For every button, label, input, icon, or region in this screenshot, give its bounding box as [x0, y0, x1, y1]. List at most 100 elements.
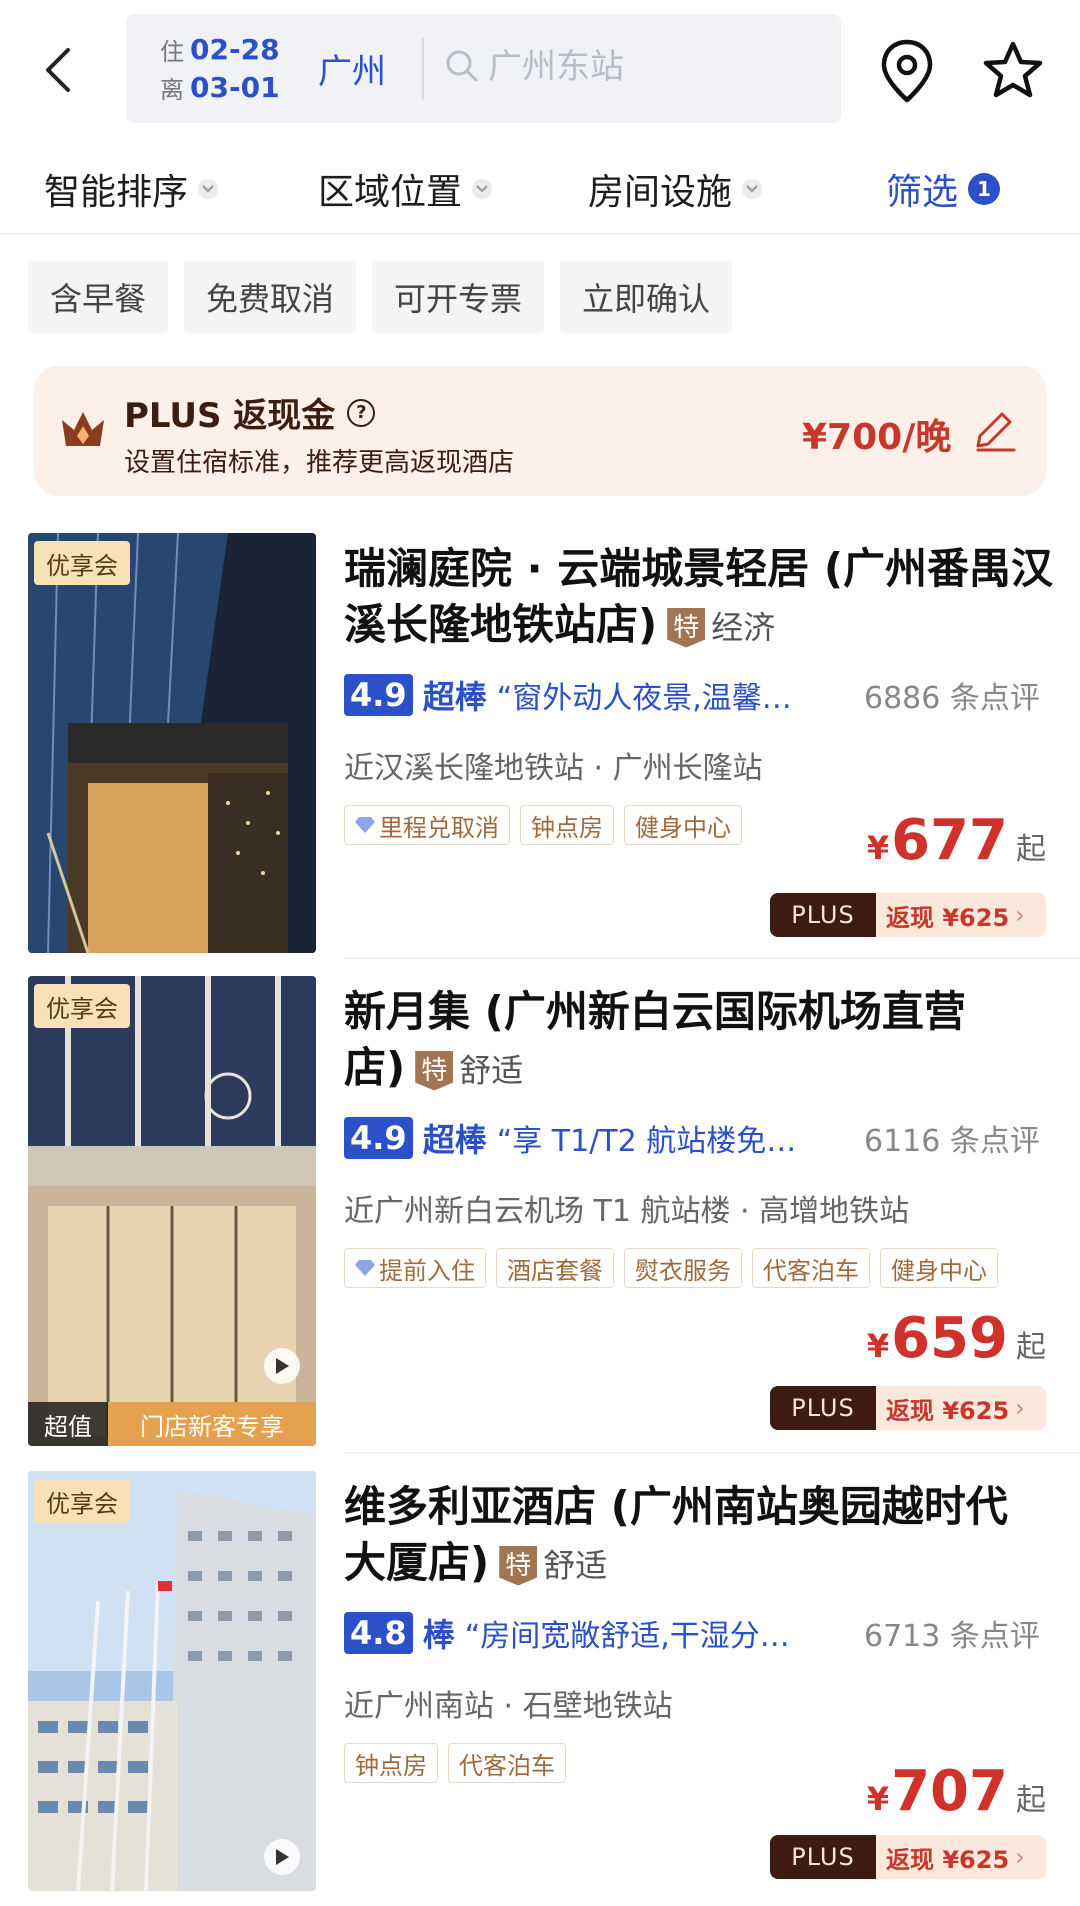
rating-row: 4.9 超棒 “窗外动人夜景,温馨… 6886 条点评: [344, 670, 1064, 720]
score-badge: 4.9: [344, 1117, 413, 1159]
sort-filter-bar: 智能排序 区域位置 房间设施 筛选 1: [0, 155, 1080, 235]
hotel-tier: 舒适: [543, 1546, 608, 1585]
review-snippet: “享 T1/T2 航站楼免…: [496, 1124, 797, 1159]
rating-word: 超棒: [422, 678, 487, 716]
currency-symbol: ¥: [866, 1327, 890, 1365]
checkout-date: 03-01: [190, 70, 280, 104]
hotel-tier: 舒适: [459, 1051, 524, 1090]
plus-cashback-banner[interactable]: PLUS 返现金 ? 设置住宿标准，推荐更高返现酒店 ¥700/晚: [34, 366, 1046, 496]
filter-count-badge: 1: [968, 173, 1001, 205]
plus-title: PLUS 返现金 ?: [124, 388, 376, 437]
amenity-tag: 健身中心: [624, 805, 742, 845]
currency-symbol: ¥: [866, 1780, 890, 1818]
divider: [422, 38, 424, 100]
date-range[interactable]: 住 02-28 离 03-01: [160, 30, 280, 106]
chevron-left-icon: [46, 48, 70, 92]
plus-amount: ¥700/晚: [802, 417, 952, 458]
rating-row: 4.8 棒 “房间宽敞舒适,干湿分… 6713 条点评: [344, 1608, 1064, 1658]
plus-label: PLUS: [770, 1386, 876, 1430]
hotel-photo[interactable]: 优享会 超值 门店新客专享: [28, 976, 316, 1446]
diamond-icon: [355, 1260, 375, 1276]
city-selector[interactable]: 广州: [318, 44, 386, 93]
search-icon: [444, 48, 480, 88]
cashback-text: 返现 ¥625: [886, 1845, 1010, 1874]
edit-icon[interactable]: [970, 406, 1018, 454]
nearby-location: 近广州南站 · 石壁地铁站: [344, 1689, 673, 1724]
hotel-photo[interactable]: 优享会: [28, 1471, 316, 1891]
promo-band-left: 超值: [28, 1402, 108, 1446]
play-icon[interactable]: [264, 1348, 300, 1384]
sort-area[interactable]: 区域位置: [318, 163, 493, 215]
hotel-card[interactable]: 优享会 瑞澜庭院 · 云端城景轻居 (广州番禺汉溪长隆地铁站店) 特经济 4.9 …: [0, 533, 1080, 959]
chevron-down-icon: [198, 179, 219, 199]
amenity-tag: 钟点房: [520, 805, 614, 845]
review-count[interactable]: 6886 条点评: [864, 673, 1064, 717]
divider: [344, 1452, 1080, 1454]
chip-breakfast[interactable]: 含早餐: [28, 261, 169, 333]
nearby-location: 近汉溪长隆地铁站 · 广州长隆站: [344, 751, 763, 786]
hotel-name[interactable]: 维多利亚酒店 (广州南站奥园越时代大厦店) 特舒适: [344, 1479, 1044, 1594]
nearby-location: 近广州新白云机场 T1 航站楼 · 高增地铁站: [344, 1194, 910, 1229]
chevron-right-icon: ›: [1015, 1843, 1025, 1871]
review-count[interactable]: 6116 条点评: [864, 1116, 1064, 1160]
price-value: 707: [891, 1759, 1008, 1824]
plus-cashback-tag[interactable]: PLUS 返现 ¥625 ›: [770, 893, 1046, 937]
hotel-name-text: 维多利亚酒店 (广州南站奥园越时代大厦店): [344, 1482, 1008, 1587]
chevron-down-icon: [742, 179, 763, 199]
amenity-tag: 健身中心: [880, 1248, 998, 1288]
plus-subtitle: 设置住宿标准，推荐更高返现酒店: [124, 448, 515, 478]
search-input[interactable]: [488, 42, 808, 92]
cashback-amount: 返现 ¥625 ›: [876, 1386, 1046, 1430]
review-count[interactable]: 6713 条点评: [864, 1611, 1064, 1655]
hotel-photo[interactable]: 优享会: [28, 533, 316, 953]
plus-cashback-tag[interactable]: PLUS 返现 ¥625 ›: [770, 1835, 1046, 1879]
plus-label: PLUS: [770, 893, 876, 937]
map-button[interactable]: [878, 38, 936, 104]
price: ¥ 707 起: [867, 1759, 1046, 1824]
sort-facilities-label: 房间设施: [588, 172, 733, 213]
score-badge: 4.9: [344, 674, 413, 716]
member-badge: 优享会: [34, 984, 130, 1028]
play-icon[interactable]: [264, 1839, 300, 1875]
promo-band-right: 门店新客专享: [108, 1402, 316, 1446]
cashback-text: 返现 ¥625: [886, 903, 1010, 932]
hotel-card[interactable]: 优享会 超值 门店新客专享 新月集 (广州新白云国际机场直营店) 特舒适 4.9 …: [0, 976, 1080, 1454]
hotel-tier: 经济: [711, 608, 776, 647]
currency-symbol: ¥: [866, 829, 890, 867]
amenity-tag: 代客泊车: [448, 1743, 566, 1783]
price-suffix: 起: [1016, 832, 1046, 867]
rating-row: 4.9 超棒 “享 T1/T2 航站楼免… 6116 条点评: [344, 1113, 1064, 1163]
plus-cashback-tag[interactable]: PLUS 返现 ¥625 ›: [770, 1386, 1046, 1430]
favorite-button[interactable]: [982, 40, 1044, 100]
chip-invoice[interactable]: 可开专票: [372, 261, 545, 333]
chevron-right-icon: ›: [1015, 1394, 1025, 1422]
special-tag: 特: [499, 1545, 538, 1586]
hotel-name[interactable]: 新月集 (广州新白云国际机场直营店) 特舒适: [344, 984, 984, 1099]
help-icon[interactable]: ?: [347, 398, 376, 427]
review-snippet: “房间宽敞舒适,干湿分…: [464, 1619, 790, 1654]
hotel-card[interactable]: 优享会 维多利亚酒店 (广州南站奥园越时代大厦店) 特舒适 4.8 棒 “房间宽敞…: [0, 1471, 1080, 1891]
search-bar[interactable]: 住 02-28 离 03-01 广州: [126, 14, 841, 123]
price: ¥ 677 起: [867, 808, 1046, 873]
hotel-name[interactable]: 瑞澜庭院 · 云端城景轻居 (广州番禺汉溪长隆地铁站店) 特经济: [344, 541, 1054, 656]
rating-word: 棒: [422, 1616, 455, 1654]
special-tag: 特: [415, 1050, 454, 1091]
chip-instant-confirm[interactable]: 立即确认: [560, 261, 733, 333]
promo-band: 超值 门店新客专享: [28, 1402, 316, 1446]
special-tag: 特: [667, 607, 706, 648]
crown-icon: [62, 412, 104, 446]
sort-facilities[interactable]: 房间设施: [588, 163, 763, 215]
chevron-down-icon: [472, 179, 493, 199]
price-value: 677: [891, 808, 1008, 873]
filter-button[interactable]: 筛选 1: [886, 163, 1001, 215]
chip-free-cancel[interactable]: 免费取消: [184, 261, 357, 333]
price-value: 659: [891, 1306, 1008, 1371]
sort-smart[interactable]: 智能排序: [44, 163, 219, 215]
checkout-label: 离: [160, 75, 184, 104]
sort-smart-label: 智能排序: [44, 172, 189, 213]
plus-title-text: PLUS 返现金: [124, 396, 336, 436]
checkin-label: 住: [160, 37, 184, 66]
back-button[interactable]: [38, 42, 78, 98]
diamond-icon: [355, 817, 375, 833]
amenity-tag: 代客泊车: [752, 1248, 870, 1288]
